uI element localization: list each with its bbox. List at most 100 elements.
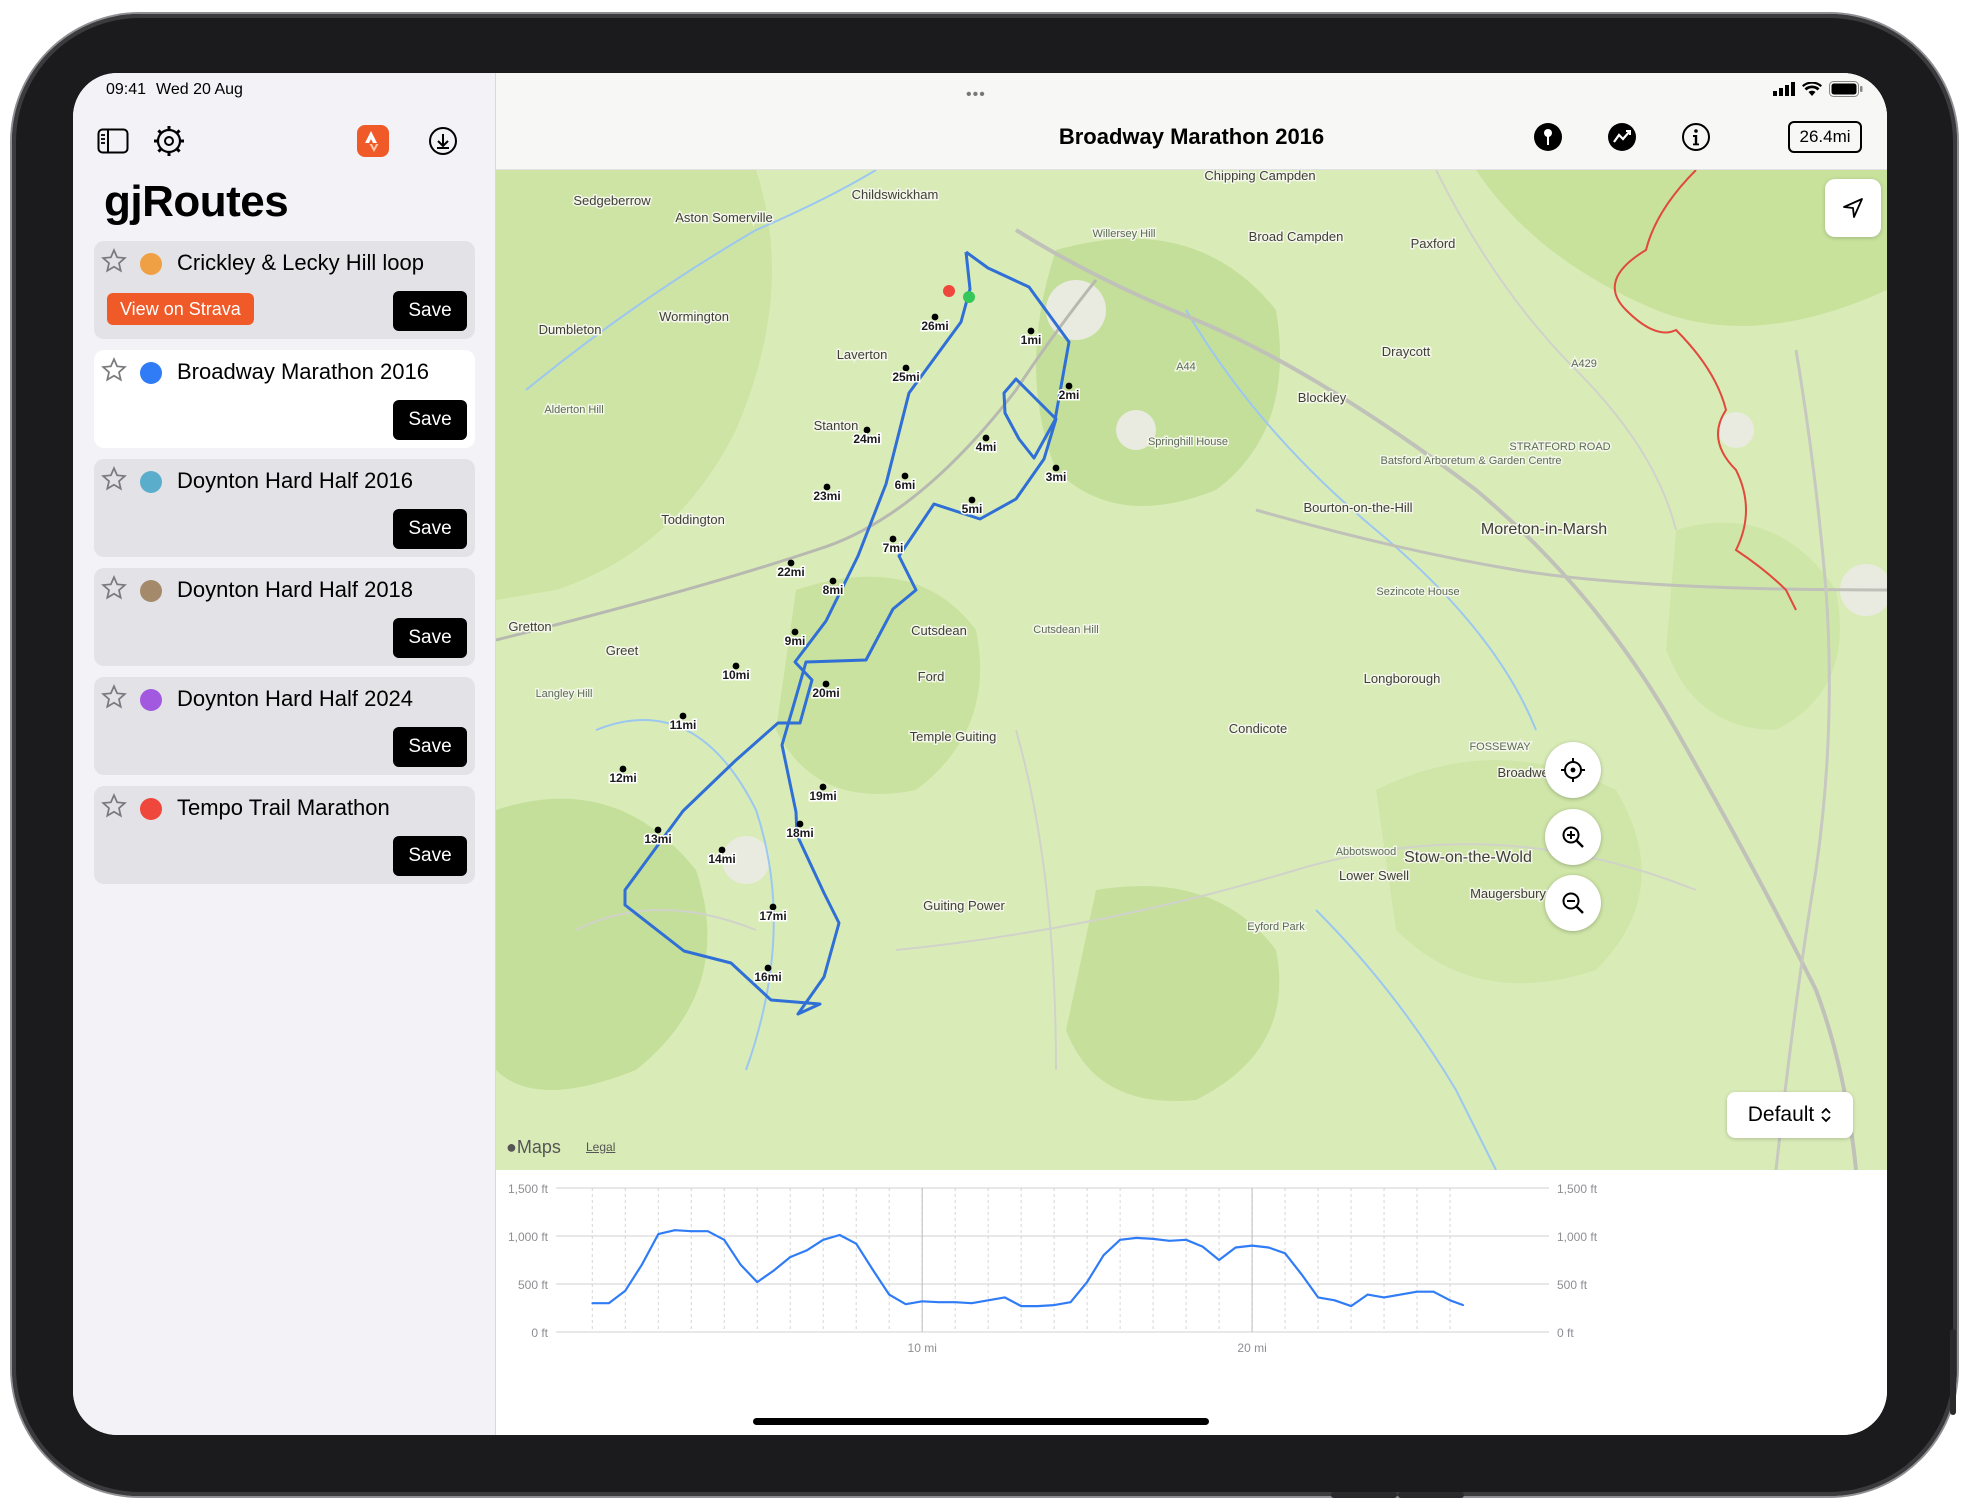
route-card[interactable]: Tempo Trail Marathon Save	[94, 786, 475, 884]
mile-marker-label: 19mi	[809, 789, 836, 803]
mile-marker-label: 14mi	[708, 852, 735, 866]
apple-logo-icon: ●	[506, 1137, 517, 1157]
route-name: Doynton Hard Half 2018	[177, 577, 414, 602]
settings-gear-icon[interactable]	[149, 121, 189, 161]
elevation-point	[1069, 1301, 1072, 1304]
save-button[interactable]: Save	[393, 400, 467, 440]
elevation-point	[1366, 1293, 1369, 1296]
star-icon[interactable]	[100, 247, 128, 275]
route-name: Crickley & Lecky Hill loop	[177, 250, 424, 275]
distance-badge[interactable]: 26.4mi	[1788, 121, 1862, 153]
place-label: Sedgeberrow	[573, 193, 651, 208]
route-name: Doynton Hard Half 2024	[177, 686, 414, 711]
wifi-icon	[1802, 82, 1822, 96]
recenter-button[interactable]	[1545, 742, 1601, 798]
place-label: Sezincote House	[1376, 586, 1459, 598]
strava-icon[interactable]	[357, 125, 389, 157]
star-icon[interactable]	[100, 465, 128, 493]
place-label: Springhill House	[1148, 436, 1228, 448]
star-icon[interactable]	[100, 683, 128, 711]
place-label: Paxford	[1411, 236, 1456, 251]
star-icon[interactable]	[100, 356, 128, 384]
zoom-in-button[interactable]	[1545, 809, 1601, 865]
elevation-chart: 1,500 ft 1,500 ft 1,000 ft 1,000 ft 500 ft 50…	[508, 1182, 1598, 1355]
save-button[interactable]: Save	[393, 836, 467, 876]
place-label: Condicote	[1229, 721, 1288, 736]
y-tick-label: 1,500 ft	[1557, 1182, 1598, 1196]
place-label: Willersey Hill	[1093, 228, 1156, 240]
cellular-signal-icon	[1773, 82, 1795, 96]
volume-button	[1398, 1492, 1464, 1498]
place-label: Aston Somerville	[675, 210, 773, 225]
home-indicator[interactable]	[753, 1418, 1209, 1425]
view-on-strava-button[interactable]: View on Strava	[107, 293, 254, 325]
map-view[interactable]: 1mi 2mi 3mi 4mi 5mi 6mi 7mi 8mi 9mi 10mi 11mi 12mi 1…	[496, 170, 1887, 1170]
elevation-point	[888, 1293, 891, 1296]
route-list: Crickley & Lecky Hill loop View on Strav…	[94, 241, 475, 895]
star-icon[interactable]	[100, 792, 128, 820]
route-color-dot	[140, 253, 162, 275]
multitasking-grabber-icon[interactable]: •••	[966, 86, 986, 104]
save-button[interactable]: Save	[393, 618, 467, 658]
place-label: Wormington	[659, 309, 729, 324]
elevation-point	[805, 1249, 808, 1252]
mile-marker-label: 7mi	[883, 541, 904, 555]
x-tick-label: 10 mi	[908, 1341, 937, 1355]
sidebar-toggle-icon[interactable]	[93, 121, 133, 161]
download-icon[interactable]	[423, 121, 463, 161]
elevation-point	[1333, 1299, 1336, 1302]
elevation-point	[591, 1302, 594, 1305]
route-card[interactable]: Doynton Hard Half 2024 Save	[94, 677, 475, 775]
y-tick-label: 1,000 ft	[508, 1230, 549, 1244]
route-card[interactable]: Doynton Hard Half 2016 Save	[94, 459, 475, 557]
route-card[interactable]: Doynton Hard Half 2018 Save	[94, 568, 475, 666]
elevation-point	[657, 1233, 660, 1235]
elevation-point	[954, 1301, 957, 1304]
route-name: Doynton Hard Half 2016	[177, 468, 414, 493]
mile-marker-label: 12mi	[609, 771, 636, 785]
elevation-point	[822, 1238, 825, 1241]
elevation-point	[970, 1302, 973, 1305]
elevation-chart-icon[interactable]	[1606, 121, 1638, 153]
place-label: Draycott	[1382, 344, 1431, 359]
map-style-select[interactable]: Default	[1727, 1092, 1853, 1138]
place-label: Batsford Arboretum & Garden Centre	[1381, 455, 1562, 467]
location-arrow-button[interactable]	[1825, 179, 1881, 237]
clock: 09:41	[106, 81, 147, 98]
elevation-point	[1036, 1305, 1039, 1307]
zoom-out-button[interactable]	[1545, 875, 1601, 931]
save-button[interactable]: Save	[393, 291, 467, 331]
mile-marker-label: 22mi	[777, 565, 804, 579]
save-button[interactable]: Save	[393, 727, 467, 767]
route-color-dot	[140, 471, 162, 493]
save-button[interactable]: Save	[393, 509, 467, 549]
status-indicators	[1773, 81, 1863, 97]
elevation-point	[1185, 1238, 1188, 1241]
pin-icon[interactable]	[1532, 121, 1564, 153]
place-label: Blockley	[1298, 390, 1347, 405]
elevation-point	[1432, 1290, 1435, 1293]
place-label: Maugersbury	[1470, 886, 1546, 901]
y-tick-label: 1,000 ft	[1557, 1230, 1598, 1244]
info-icon[interactable]	[1680, 121, 1712, 153]
route-card[interactable]: Crickley & Lecky Hill loop View on Strav…	[94, 241, 475, 339]
legal-link[interactable]: Legal	[586, 1140, 615, 1154]
mile-marker-label: 18mi	[786, 826, 813, 840]
elevation-point	[921, 1300, 924, 1303]
elevation-point	[1152, 1237, 1155, 1240]
mile-marker-label: 26mi	[921, 319, 948, 333]
sidebar: 09:41 Wed 20 Aug gjRoutes Crickley & Leck…	[73, 73, 496, 1435]
elevation-point	[690, 1230, 693, 1233]
elevation-point	[1449, 1299, 1451, 1302]
star-icon[interactable]	[100, 574, 128, 602]
navigation-bar: ••• Broadway Marathon 2016 26.4mi	[496, 73, 1887, 170]
route-card[interactable]: Broadway Marathon 2016 Save	[94, 350, 475, 448]
elevation-point	[1234, 1246, 1237, 1249]
elevation-point	[871, 1268, 874, 1271]
mile-marker-label: 4mi	[976, 440, 997, 454]
elevation-point	[1251, 1244, 1253, 1247]
place-label: Bourton-on-the-Hill	[1303, 500, 1412, 515]
start-marker	[963, 291, 975, 303]
map-canvas[interactable]: 1mi 2mi 3mi 4mi 5mi 6mi 7mi 8mi 9mi 10mi 11mi 12mi 1…	[496, 170, 1887, 1170]
elevation-point	[1003, 1296, 1006, 1299]
